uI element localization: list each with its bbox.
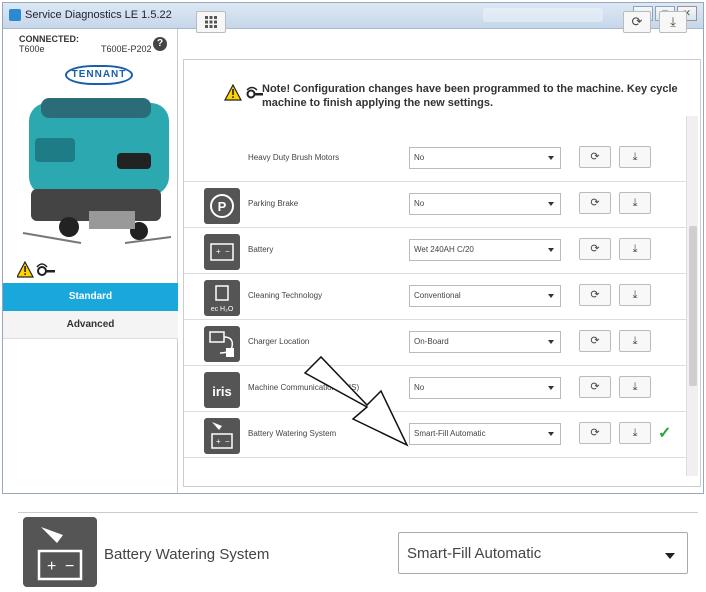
scrubber-machine-image [22, 98, 172, 244]
app-icon [9, 9, 21, 21]
refresh-button[interactable]: ⟳ [579, 284, 611, 306]
divider [18, 512, 698, 513]
svg-text:−: − [225, 247, 230, 256]
tab-advanced[interactable]: Advanced [3, 311, 178, 339]
refresh-button[interactable]: ⟳ [579, 238, 611, 260]
connection-status: CONNECTED: [19, 34, 79, 44]
battery-watering-icon: + − [204, 418, 240, 454]
chevron-down-icon [548, 340, 554, 344]
zoom-select-value: Smart-Fill Automatic [407, 545, 542, 562]
table-row: P Parking Brake No ⟳ ⤓ [184, 182, 689, 228]
charger-icon [204, 326, 240, 362]
chevron-down-icon [548, 248, 554, 252]
app-window: Service Diagnostics LE 1.5.22 ▁ □ ✕ CONN… [2, 2, 704, 494]
tennant-logo: TENNANT [65, 65, 133, 85]
select-value: Smart-Fill Automatic [414, 429, 486, 438]
svg-text:P: P [218, 199, 227, 214]
value-select[interactable]: Wet 240AH C/20 [409, 239, 561, 261]
chevron-down-icon [548, 156, 554, 160]
help-icon[interactable]: ? [153, 37, 167, 51]
note-banner: Note! Configuration changes have been pr… [204, 70, 689, 110]
svg-text:−: − [65, 558, 74, 575]
tab-standard[interactable]: Standard [3, 283, 178, 311]
refresh-all-button[interactable]: ⟳ [623, 11, 651, 33]
chevron-down-icon [548, 432, 554, 436]
value-select[interactable]: Smart-Fill Automatic [409, 423, 561, 445]
refresh-button[interactable]: ⟳ [579, 146, 611, 168]
scrollbar-thumb[interactable] [689, 226, 697, 386]
table-row: Heavy Duty Brush Motors No ⟳ ⤓ [184, 136, 689, 182]
download-button[interactable]: ⤓ [619, 330, 651, 352]
machine-serial: T600E-P202 [101, 44, 152, 54]
title-bar: Service Diagnostics LE 1.5.22 ▁ □ ✕ [3, 3, 703, 29]
svg-text:+: + [216, 437, 221, 446]
select-value: No [414, 153, 425, 162]
download-button[interactable]: ⤓ [619, 284, 651, 306]
row-label: Charger Location [248, 337, 310, 346]
svg-text:iris: iris [212, 384, 232, 399]
download-all-button[interactable]: ⤓ [659, 11, 687, 33]
zoom-value-select[interactable]: Smart-Fill Automatic [398, 532, 688, 574]
download-button[interactable]: ⤓ [619, 238, 651, 260]
note-text: Note! Configuration changes have been pr… [262, 83, 678, 109]
refresh-button[interactable]: ⟳ [579, 422, 611, 444]
row-label: Cleaning Technology [248, 291, 323, 300]
select-value: No [414, 199, 425, 208]
refresh-button[interactable]: ⟳ [579, 376, 611, 398]
pointer-arrow-annotation [303, 355, 409, 447]
warning-key-icon [17, 261, 55, 278]
svg-text:−: − [225, 437, 230, 446]
ec-h2o-icon: ec H₂O [204, 280, 240, 316]
grid-menu-button[interactable] [196, 11, 226, 33]
iris-icon: iris [204, 372, 240, 408]
svg-text:ec H₂O: ec H₂O [211, 306, 234, 313]
value-select[interactable]: No [409, 377, 561, 399]
refresh-button[interactable]: ⟳ [579, 192, 611, 214]
svg-text:+: + [216, 247, 221, 256]
chevron-down-icon [548, 294, 554, 298]
warning-icon [224, 84, 242, 101]
table-row: iris Machine Communication (IRIS) No ⟳ ⤓ [184, 366, 689, 412]
chevron-down-icon [548, 386, 554, 390]
battery-watering-icon: + − [23, 517, 97, 587]
machine-model: T600e [19, 44, 45, 54]
value-select[interactable]: On-Board [409, 331, 561, 353]
value-select[interactable]: No [409, 147, 561, 169]
grid-icon [205, 16, 217, 28]
window-title: Service Diagnostics LE 1.5.22 [25, 9, 172, 21]
value-select[interactable]: No [409, 193, 561, 215]
download-button[interactable]: ⤓ [619, 422, 651, 444]
row-label: Battery [248, 245, 274, 254]
download-button[interactable]: ⤓ [619, 376, 651, 398]
chevron-down-icon [548, 202, 554, 206]
svg-text:+: + [47, 558, 56, 575]
table-row: Charger Location On-Board ⟳ ⤓ [184, 320, 689, 366]
left-panel: CONNECTED: T600e T600E-P202 ? TENNANT St… [3, 29, 178, 493]
row-label: Heavy Duty Brush Motors [248, 153, 340, 162]
table-row: + − Battery Watering System Smart-Fill Au… [184, 412, 689, 458]
select-value: Wet 240AH C/20 [414, 245, 474, 254]
parking-brake-icon: P [204, 188, 240, 224]
value-select[interactable]: Conventional [409, 285, 561, 307]
download-button[interactable]: ⤓ [619, 146, 651, 168]
refresh-button[interactable]: ⟳ [579, 330, 611, 352]
faded-background-window [483, 8, 603, 22]
table-row: + − Battery Wet 240AH C/20 ⟳ ⤓ [184, 228, 689, 274]
download-button[interactable]: ⤓ [619, 192, 651, 214]
chevron-down-icon [665, 553, 675, 559]
zoom-row-label: Battery Watering System [104, 546, 270, 563]
select-value: Conventional [414, 291, 461, 300]
configuration-panel: Note! Configuration changes have been pr… [183, 59, 701, 487]
table-row: ec H₂O Cleaning Technology Conventional … [184, 274, 689, 320]
select-value: On-Board [414, 337, 449, 346]
row-label: Parking Brake [248, 199, 299, 208]
battery-icon: + − [204, 234, 240, 270]
select-value: No [414, 383, 425, 392]
scrollbar[interactable] [686, 116, 698, 476]
checkmark-icon: ✓ [658, 425, 672, 442]
